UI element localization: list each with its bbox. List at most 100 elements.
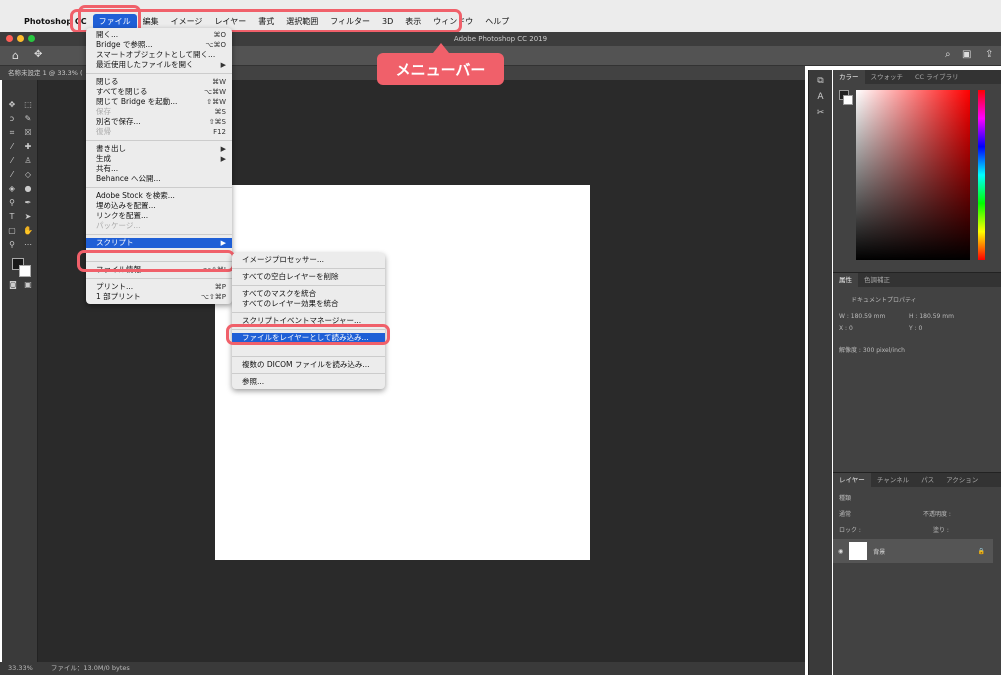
quick-select-icon[interactable]: ✎ [22, 114, 34, 124]
panel-tab[interactable]: チャンネル [871, 473, 915, 487]
menu-item[interactable]: スクリプト ▶ [86, 238, 232, 248]
brush-tool-icon[interactable]: ⁄ [6, 156, 18, 166]
width-value[interactable]: W : 180.59 mm [839, 313, 885, 320]
menu-item[interactable]: 閉じて Bridge を起動... ⇧⌘W [86, 97, 232, 107]
screen-mode-icon[interactable]: ▣ [22, 280, 34, 290]
workspace-icon[interactable]: ▣ [962, 49, 971, 60]
menu-item[interactable]: リンクを配置... [86, 211, 232, 221]
panel-tab[interactable]: CC ライブラリ [909, 70, 965, 84]
zoom-window-icon[interactable] [28, 35, 35, 42]
menu-item[interactable]: パッケージ... [86, 221, 232, 231]
menu-separator [232, 285, 385, 286]
menu-item[interactable]: すべてのレイヤー効果を統合 [232, 299, 385, 309]
menu-item[interactable]: 復帰 F12 [86, 127, 232, 137]
panel-tab[interactable]: パス [915, 473, 940, 487]
home-icon[interactable]: ⌂ [12, 49, 19, 62]
move-tool-icon[interactable]: ✥ [6, 100, 18, 110]
zoom-level[interactable]: 33.33% [8, 664, 33, 672]
panel-tab[interactable]: 色調補正 [858, 273, 896, 287]
panel-tab[interactable]: 属性 [833, 273, 858, 287]
blend-mode-select[interactable]: 通常 [839, 509, 851, 518]
history-panel-icon[interactable]: ⧉ [809, 76, 832, 86]
menu-separator [86, 73, 232, 74]
minimize-window-icon[interactable] [17, 35, 24, 42]
frame-tool-icon[interactable]: ☒ [22, 128, 34, 138]
color-background-swatch[interactable] [843, 95, 853, 105]
layer-row[interactable]: ◉ 背景 🔒 [833, 539, 993, 563]
menu-item[interactable]: すべての空白レイヤーを削除 [232, 272, 385, 282]
layers-panel: レイヤー チャンネル パス アクション 種類 通常 不透明度 : ロック : 塗り :… [833, 472, 1001, 675]
close-window-icon[interactable] [6, 35, 13, 42]
panel-tab[interactable]: アクション [940, 473, 984, 487]
more-tools-icon[interactable]: ⋯ [22, 240, 34, 250]
path-select-icon[interactable]: ➤ [22, 212, 34, 222]
menu-item-label: 開く... [96, 30, 119, 39]
shape-tool-icon[interactable]: ▢ [6, 226, 18, 236]
menu-item-label: イメージプロセッサー... [242, 255, 325, 264]
panel-tab[interactable]: カラー [833, 70, 865, 84]
zoom-tool-icon[interactable]: ⚲ [6, 240, 18, 250]
menu-item[interactable]: Bridge で参照... ⌥⌘O [86, 40, 232, 50]
menu-item[interactable]: すべてを閉じる ⌥⌘W [86, 87, 232, 97]
type-tool-icon[interactable]: T [6, 212, 18, 222]
pen-tool-icon[interactable]: ✒ [22, 198, 34, 208]
fill-label: 塗り : [933, 527, 949, 534]
paint-bucket-icon[interactable]: ◈ [6, 184, 18, 194]
menu-shortcut: ⌘P [214, 283, 226, 291]
menu-separator [232, 268, 385, 269]
blur-tool-icon[interactable]: ● [22, 184, 34, 194]
crop-tool-icon[interactable]: ⌗ [6, 128, 18, 138]
menu-item[interactable]: 閉じる ⌘W [86, 77, 232, 87]
menu-item[interactable]: Behance へ公開... [86, 174, 232, 184]
tools-preset-icon[interactable]: ✂ [809, 108, 832, 118]
x-value[interactable]: X : 0 [839, 325, 853, 332]
panel-tab[interactable]: スウォッチ [865, 70, 910, 84]
menu-item[interactable]: Adobe Stock を検索... [86, 191, 232, 201]
menu-item-label: 共有... [96, 164, 119, 173]
hue-slider[interactable] [978, 90, 985, 260]
color-picker-field[interactable] [856, 90, 970, 260]
menu-item[interactable]: 1 部プリント ⌥⇧⌘P [86, 292, 232, 302]
share-icon[interactable]: ⇪ [985, 49, 993, 60]
history-brush-icon[interactable]: ⁄ [6, 170, 18, 180]
panel-icon-column: ⧉ A ✂ [808, 70, 832, 675]
menu-item[interactable]: 保存 ⌘S [86, 107, 232, 117]
menu-shortcut: ⌘W [212, 78, 226, 86]
highlight-script-item [77, 250, 235, 272]
menu-shortcut: ⌘S [214, 108, 226, 116]
menu-item[interactable]: 参照... [232, 377, 385, 387]
character-panel-icon[interactable]: A [809, 92, 832, 102]
marquee-tool-icon[interactable]: ⬚ [22, 100, 34, 110]
menu-item[interactable]: スマートオブジェクトとして開く... [86, 50, 232, 60]
quick-mask-icon[interactable]: ◙ [7, 280, 19, 290]
menu-item[interactable]: 別名で保存... ⇧⌘S [86, 117, 232, 127]
eyedropper-icon[interactable]: ⁄ [6, 142, 18, 152]
visibility-eye-icon[interactable]: ◉ [838, 548, 843, 555]
menu-item[interactable]: 書き出し ▶ [86, 144, 232, 154]
height-value[interactable]: H : 180.59 mm [909, 313, 954, 320]
menu-item[interactable]: 開く... ⌘O [86, 30, 232, 40]
background-color-swatch[interactable] [19, 265, 31, 277]
layer-filter-select[interactable]: 種類 [839, 493, 851, 502]
menu-item[interactable]: プリント... ⌘P [86, 282, 232, 292]
panel-tab[interactable]: レイヤー [833, 473, 871, 487]
menu-item[interactable]: 生成 ▶ [86, 154, 232, 164]
menu-item-label: 閉じる [96, 77, 119, 86]
move-tool-icon[interactable]: ✥ [34, 49, 42, 60]
lasso-tool-icon[interactable]: ↄ [6, 114, 18, 124]
search-icon[interactable]: ⌕ [945, 49, 951, 60]
menu-item[interactable]: 埋め込みを配置... [86, 201, 232, 211]
menu-item[interactable]: 共有... [86, 164, 232, 174]
eraser-icon[interactable]: ◇ [22, 170, 34, 180]
y-value[interactable]: Y : 0 [909, 325, 922, 332]
menu-10[interactable]: ヘルプ [479, 14, 515, 30]
healing-brush-icon[interactable]: ✚ [22, 142, 34, 152]
menu-item[interactable]: 複数の DICOM ファイルを読み込み... [232, 360, 385, 370]
stamp-tool-icon[interactable]: ♙ [22, 156, 34, 166]
hand-tool-icon[interactable]: ✋ [22, 226, 34, 236]
dodge-tool-icon[interactable]: ⚲ [6, 198, 18, 208]
menu-item[interactable]: イメージプロセッサー... [232, 255, 385, 265]
menu-item[interactable]: 最近使用したファイルを開く ▶ [86, 60, 232, 70]
menu-item[interactable]: すべてのマスクを統合 [232, 289, 385, 299]
file-size: ファイル：13.0M/0 bytes [50, 664, 130, 672]
